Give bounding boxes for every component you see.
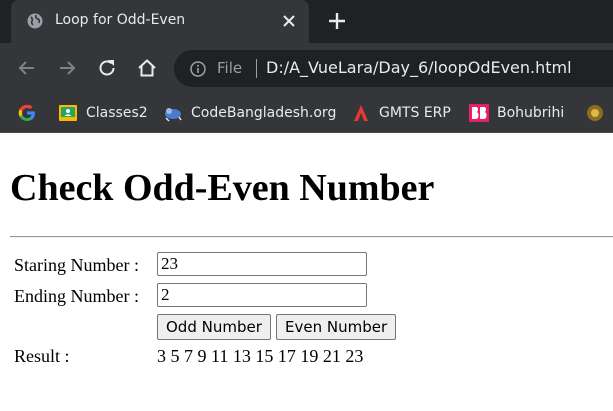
new-tab-icon[interactable] bbox=[327, 11, 347, 31]
url-separator bbox=[256, 59, 257, 78]
info-icon[interactable] bbox=[190, 61, 206, 77]
browser-tab[interactable]: Loop for Odd-Even bbox=[11, 0, 309, 43]
odd-number-button[interactable]: Odd Number bbox=[157, 314, 271, 340]
end-number-input[interactable] bbox=[157, 283, 367, 307]
codebangladesh-icon bbox=[165, 108, 182, 122]
back-icon[interactable] bbox=[16, 57, 38, 79]
bookmark-codebangladesh[interactable]: CodeBangladesh.org bbox=[163, 94, 336, 132]
even-number-button[interactable]: Even Number bbox=[276, 314, 397, 340]
google-icon bbox=[18, 104, 35, 121]
start-number-label: Staring Number : bbox=[14, 255, 139, 275]
globe-icon bbox=[27, 13, 43, 29]
reload-icon[interactable] bbox=[96, 57, 118, 79]
page-title: Check Odd-Even Number bbox=[10, 167, 435, 209]
bookmark-label: GMTS ERP bbox=[379, 105, 451, 121]
bookmark-gmts-erp[interactable]: GMTS ERP bbox=[351, 94, 451, 132]
bookmark-label: Classes2 bbox=[86, 105, 148, 121]
bookmark-label: Bohubrihi bbox=[497, 105, 565, 121]
browser-toolbar: File D:/A_VueLara/Day_6/loopOdEven.html bbox=[0, 43, 613, 94]
bookmark-label: CodeBangladesh.org bbox=[191, 105, 337, 121]
bookmark-bohubrihi[interactable]: Bohubrihi bbox=[469, 94, 564, 132]
url-scheme: File bbox=[217, 59, 243, 77]
horizontal-rule bbox=[10, 236, 613, 238]
bohubrihi-icon bbox=[469, 104, 489, 122]
gmts-icon bbox=[354, 105, 368, 121]
bookmark-classes2[interactable]: Classes2 bbox=[58, 94, 148, 132]
start-number-input[interactable] bbox=[157, 252, 367, 276]
tab-strip: Loop for Odd-Even bbox=[0, 0, 613, 43]
classroom-icon bbox=[59, 105, 77, 121]
bookmark-overflow[interactable] bbox=[585, 94, 605, 132]
address-bar[interactable]: File D:/A_VueLara/Day_6/loopOdEven.html bbox=[174, 50, 613, 87]
end-number-label: Ending Number : bbox=[14, 286, 139, 306]
result-label: Result : bbox=[14, 346, 70, 366]
page-content: Check Odd-Even Number Staring Number : E… bbox=[0, 133, 613, 411]
bookmark-google[interactable] bbox=[17, 94, 37, 132]
result-value: 3 5 7 9 11 13 15 17 19 21 23 bbox=[157, 346, 364, 366]
forward-icon[interactable] bbox=[56, 57, 78, 79]
tab-title: Loop for Odd-Even bbox=[55, 12, 186, 28]
bookmark-partial-icon bbox=[587, 105, 603, 121]
home-icon[interactable] bbox=[136, 57, 158, 79]
close-icon[interactable] bbox=[281, 13, 297, 29]
url-text[interactable]: D:/A_VueLara/Day_6/loopOdEven.html bbox=[266, 58, 572, 77]
bookmarks-bar: Classes2 CodeBangladesh.org GMTS ERP Boh… bbox=[0, 94, 613, 133]
